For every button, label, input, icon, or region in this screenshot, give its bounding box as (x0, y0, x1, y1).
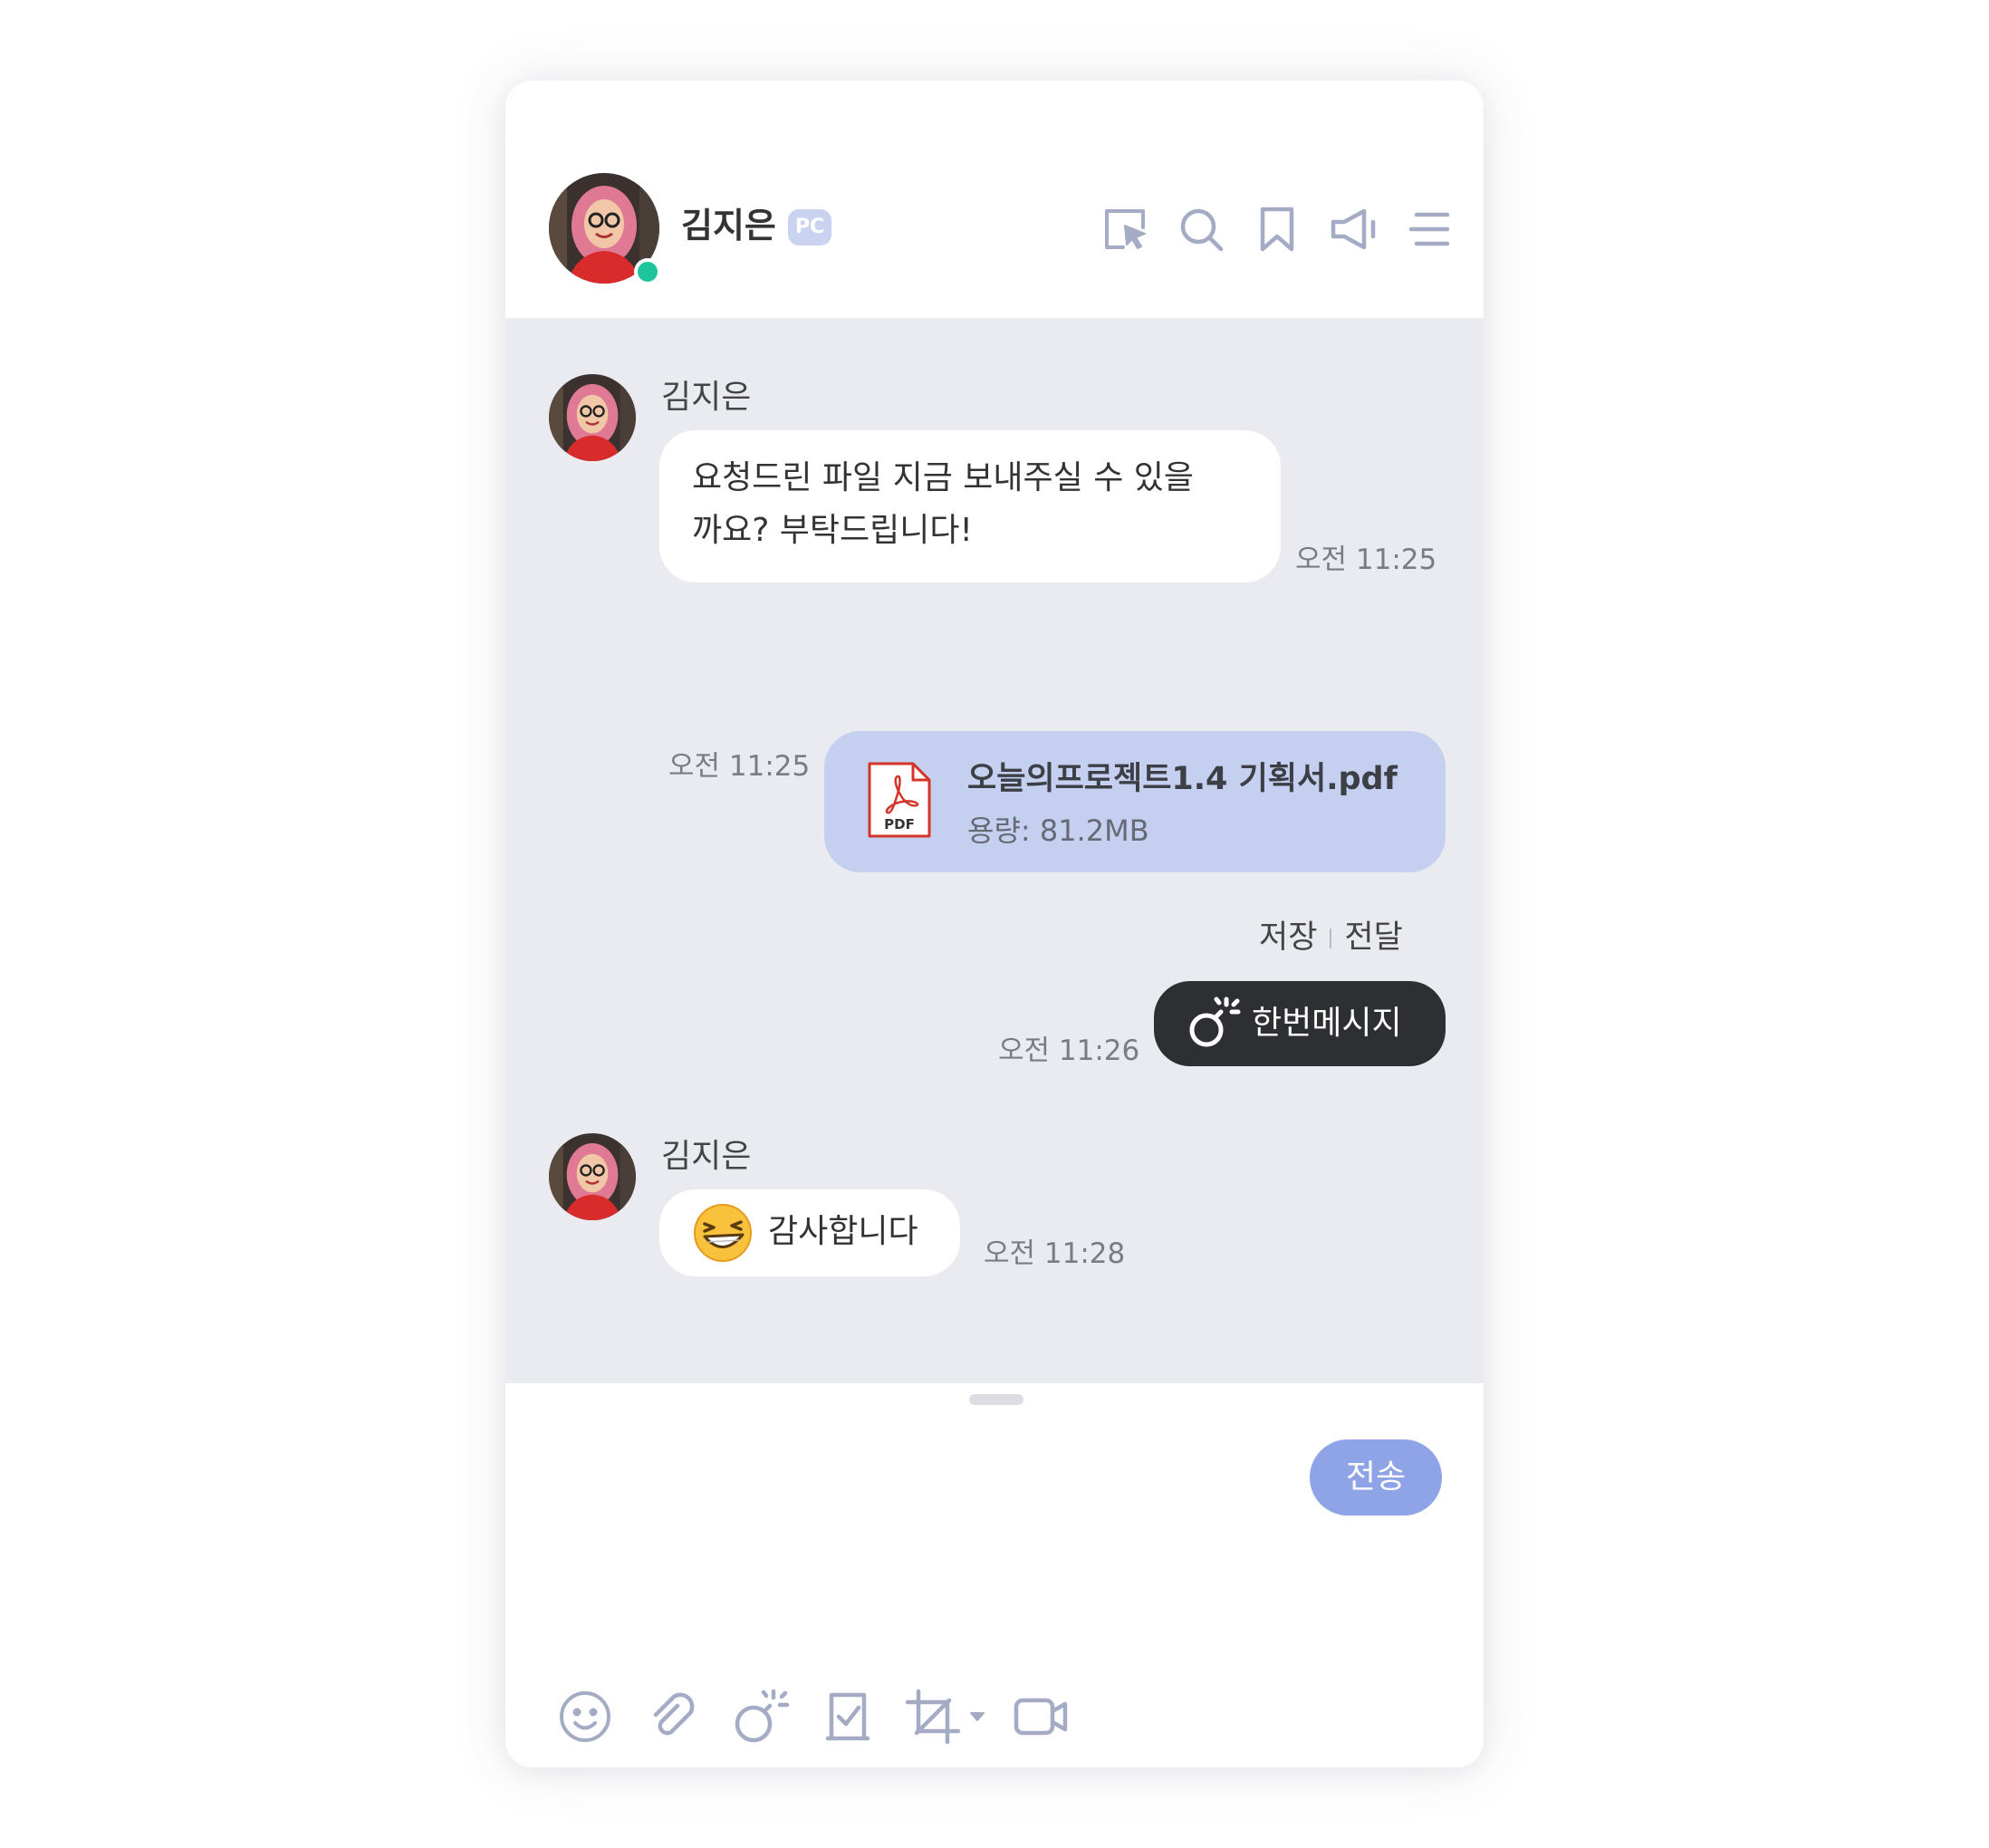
file-message-bubble[interactable]: PDF 오늘의프로젝트1.4 기획서.pdf 용량: 81.2MB (824, 731, 1446, 872)
message-time: 오전 11:25 (668, 750, 811, 783)
message-text-line: 요청드린 파일 지금 보내주실 수 있을 (692, 459, 1195, 496)
sender-name: 김지은 (661, 379, 752, 416)
divider (1330, 929, 1332, 948)
one-time-message-icon[interactable] (732, 1688, 790, 1746)
online-status-dot (634, 258, 661, 285)
save-file-link[interactable]: 저장 (1259, 919, 1317, 956)
search-icon[interactable] (1176, 204, 1226, 255)
file-name: 오늘의프로젝트1.4 기획서.pdf (967, 761, 1398, 797)
capture-icon[interactable] (904, 1688, 991, 1746)
chat-header: 김지은 PC (505, 81, 1484, 318)
video-call-icon[interactable] (1013, 1688, 1071, 1746)
chat-window: 김지은 PC 김지은 요청드린 파일 지금 보내주실 수 있을 까요? 부탁드립… (505, 81, 1484, 1767)
message-composer[interactable]: 전송 (505, 1383, 1484, 1767)
announcement-icon[interactable] (1328, 204, 1379, 255)
message-time: 오전 11:26 (998, 1035, 1140, 1067)
sender-avatar[interactable] (549, 374, 636, 461)
send-button[interactable]: 전송 (1310, 1439, 1442, 1516)
forward-file-link[interactable]: 전달 (1344, 919, 1402, 956)
menu-icon[interactable] (1404, 204, 1455, 255)
message-text: 감사합니다 (768, 1213, 918, 1250)
sender-name: 김지은 (661, 1138, 752, 1175)
incoming-message-bubble[interactable]: 감사합니다 (659, 1189, 960, 1276)
resize-handle[interactable] (969, 1394, 1023, 1405)
message-text-line: 까요? 부탁드립니다! (692, 512, 973, 549)
one-time-message-bubble[interactable]: 한번메시지 (1154, 981, 1446, 1066)
device-badge: PC (788, 209, 831, 245)
bookmark-icon[interactable] (1252, 204, 1302, 255)
message-time: 오전 11:28 (984, 1237, 1126, 1270)
emoji-icon[interactable] (556, 1688, 614, 1746)
pdf-file-icon: PDF (866, 760, 933, 840)
sender-avatar[interactable] (549, 1133, 636, 1220)
file-actions: 저장 전달 (1259, 918, 1403, 958)
one-time-message-label: 한번메시지 (1252, 1005, 1402, 1042)
attach-icon[interactable] (645, 1688, 703, 1746)
todo-icon[interactable] (819, 1688, 877, 1746)
one-time-message-icon (1187, 996, 1241, 1050)
incoming-message-bubble[interactable]: 요청드린 파일 지금 보내주실 수 있을 까요? 부탁드립니다! (659, 430, 1281, 582)
pdf-icon-label: PDF (884, 816, 915, 833)
contact-name: 김지은 (681, 206, 776, 245)
laughing-emoji-icon (692, 1202, 754, 1264)
message-list[interactable]: 김지은 요청드린 파일 지금 보내주실 수 있을 까요? 부탁드립니다! 오전 … (505, 318, 1484, 1383)
screen-capture-icon[interactable] (1100, 204, 1150, 255)
file-size: 용량: 81.2MB (967, 813, 1149, 848)
message-time: 오전 11:25 (1295, 544, 1437, 576)
